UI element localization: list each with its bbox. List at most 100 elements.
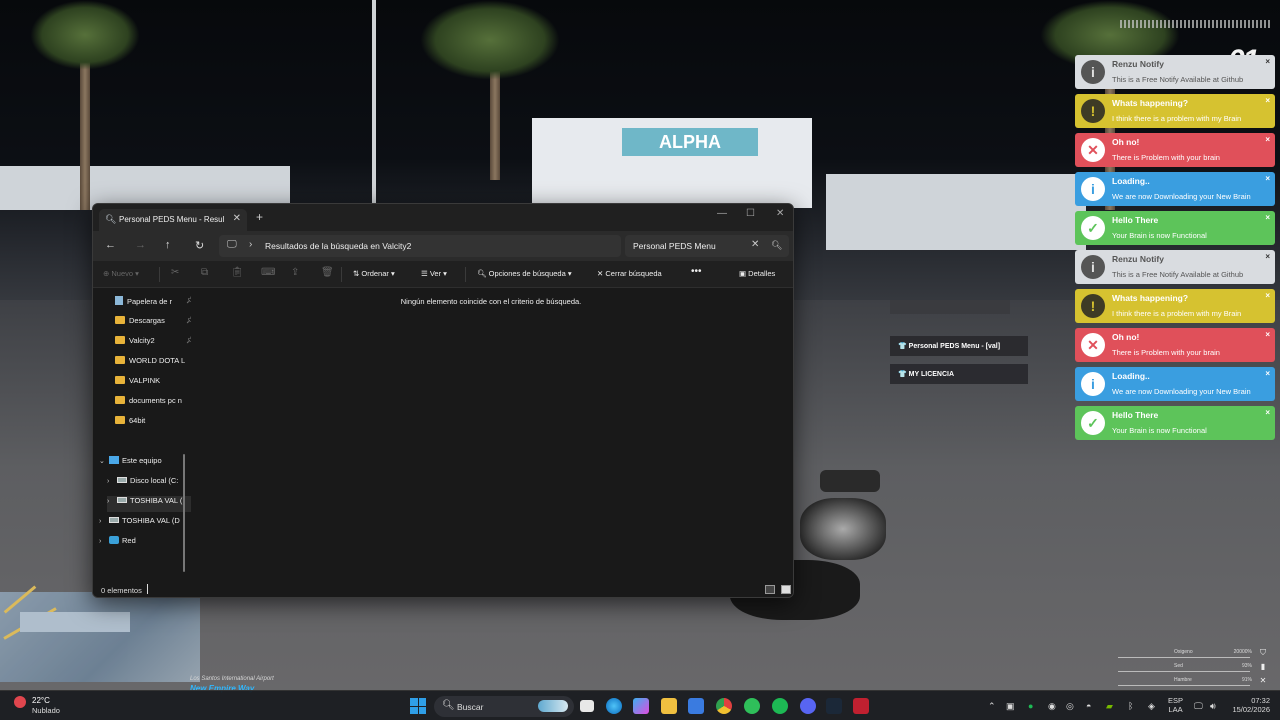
search-icon[interactable]: 🔍︎ [771, 240, 782, 251]
discord-tray-icon[interactable]: ◓ [1086, 701, 1091, 711]
paste-icon[interactable]: 📋︎ [231, 267, 244, 278]
copilot-icon[interactable] [633, 698, 649, 714]
close-search-button[interactable]: ✕ Cerrar búsqueda [597, 269, 662, 278]
tray-app-icon[interactable]: ▣ [1006, 701, 1015, 712]
tab-search-results[interactable]: 🔍︎ Personal PEDS Menu - Resulta ✕ [99, 209, 247, 231]
close-window-button[interactable]: ✕ [776, 208, 784, 219]
close-icon[interactable]: × [1265, 135, 1270, 144]
view-button[interactable]: ☰ Ver ▾ [421, 269, 447, 278]
notification-message: We are now Downloading your New Brain [1112, 192, 1251, 201]
close-icon[interactable]: × [1265, 252, 1270, 261]
cut-icon[interactable]: ✂ [171, 267, 179, 278]
task-view-icon[interactable] [580, 700, 594, 712]
tiles-view-icon[interactable] [781, 585, 791, 594]
address-bar[interactable]: 🖵 › Resultados de la búsqueda en Valcity… [219, 235, 621, 257]
up-button[interactable]: ↑ [165, 239, 171, 251]
spotify-tray-icon[interactable]: ● [1028, 701, 1033, 711]
sidebar-item-world-dota[interactable]: WORLD DOTA L [115, 356, 201, 372]
maximize-button[interactable]: ☐ [746, 208, 755, 219]
item-count: 0 elementos [101, 586, 142, 595]
sidebar-item-toshiba-1[interactable]: › TOSHIBA VAL ( [107, 496, 193, 512]
tray-icon-2[interactable]: ◈ [1148, 701, 1155, 712]
back-button[interactable]: ← [105, 239, 116, 251]
folder-icon [115, 316, 125, 324]
close-icon[interactable]: × [1265, 57, 1270, 66]
close-icon[interactable]: × [1265, 96, 1270, 105]
close-icon[interactable]: × [1265, 291, 1270, 300]
empty-message: Ningún elemento coincide con el criterio… [400, 297, 582, 306]
network-icon[interactable]: 🖵 [1194, 701, 1203, 712]
error-icon: ✕ [1081, 138, 1105, 162]
notification-red: ✕ Oh no! There is Problem with your brain × [1075, 133, 1275, 167]
sidebar-item-toshiba-2[interactable]: › TOSHIBA VAL (D [99, 516, 185, 532]
whatsapp-icon[interactable] [744, 698, 760, 714]
notification-title: Renzu Notify [1112, 254, 1164, 264]
delete-icon[interactable]: 🗑︎ [321, 267, 334, 278]
details-button[interactable]: ▣ Detalles [739, 269, 775, 278]
sidebar-item-valpink[interactable]: VALPINK [115, 376, 201, 392]
windows-start-icon[interactable] [410, 698, 426, 714]
sidebar-item-papelera[interactable]: Papelera de r📌︎ [115, 296, 201, 312]
notification-message: This is a Free Notify Available at Githu… [1112, 75, 1244, 84]
menu-item-peds[interactable]: 👕 Personal PEDS Menu - [val] [890, 336, 1028, 356]
close-icon[interactable]: × [1265, 369, 1270, 378]
language-indicator[interactable]: ESP LAA [1168, 696, 1183, 714]
hud-stripes [1120, 20, 1272, 28]
store-icon[interactable] [688, 698, 704, 714]
copy-icon[interactable]: ⧉ [201, 267, 208, 278]
volume-icon[interactable]: 🔊︎ [1210, 701, 1216, 712]
sidebar-item-valcity2[interactable]: Valcity2📌︎ [115, 336, 201, 352]
results-pane[interactable]: Ningún elemento coincide con el criterio… [191, 288, 793, 578]
close-icon[interactable]: × [1265, 408, 1270, 417]
sidebar-item-documents[interactable]: documents pc n [115, 396, 201, 412]
computer-icon [109, 456, 119, 464]
menu-item-licencia[interactable]: 👕 MY LICENCIA [890, 364, 1028, 384]
sidebar-item-disco-local[interactable]: › Disco local (C: [107, 476, 193, 492]
steam-tray-icon[interactable]: ◎ [1066, 701, 1074, 712]
share-icon[interactable]: ⇪ [291, 267, 299, 278]
details-view-icon[interactable] [765, 585, 775, 594]
more-options-icon[interactable]: ••• [691, 266, 702, 277]
taskbar-search[interactable]: 🔍︎ Buscar [434, 696, 574, 717]
chevron-up-icon[interactable]: ⌃ [988, 701, 996, 712]
clear-search-icon[interactable]: ✕ [751, 239, 759, 250]
sidebar-item-descargas[interactable]: Descargas📌︎ [115, 316, 201, 332]
tray-icon[interactable]: ◉ [1048, 701, 1056, 712]
minimize-button[interactable]: — [717, 208, 727, 219]
file-explorer-icon[interactable] [661, 698, 677, 714]
sidebar-item-64bit[interactable]: 64bit [115, 416, 201, 432]
forward-button[interactable]: → [135, 239, 146, 251]
drive-icon [109, 517, 119, 523]
warning-icon: ! [1081, 294, 1105, 318]
close-icon[interactable]: × [1265, 330, 1270, 339]
search-input[interactable]: Personal PEDS Menu ✕ 🔍︎ [625, 235, 789, 257]
notification-message: There is Problem with your brain [1112, 348, 1220, 357]
rename-icon[interactable]: ⌨ [261, 267, 275, 278]
sidebar-item-red[interactable]: › Red [99, 536, 185, 552]
close-icon[interactable]: × [1265, 213, 1270, 222]
new-tab-button[interactable]: + [256, 210, 263, 224]
sort-button[interactable]: ⇅ Ordenar ▾ [353, 269, 395, 278]
clock[interactable]: 07:32 15/02/2026 [1228, 696, 1270, 714]
close-icon[interactable]: × [1265, 174, 1270, 183]
chevron-right-icon[interactable]: › [249, 239, 252, 250]
refresh-button[interactable]: ↻ [195, 239, 204, 252]
sidebar-item-this-pc[interactable]: ⌄ Este equipo [99, 456, 185, 472]
hunger-stat: Hambre 91% ✕ [1118, 676, 1268, 690]
app-icon[interactable] [853, 698, 869, 714]
nvidia-tray-icon[interactable]: ▰ [1106, 701, 1113, 712]
close-tab-icon[interactable]: ✕ [233, 213, 241, 224]
sidebar-scrollbar[interactable] [183, 454, 185, 572]
notification-gray: i Renzu Notify This is a Free Notify Avail… [1075, 250, 1275, 284]
new-button[interactable]: ⊕ Nuevo ▾ [103, 269, 139, 278]
folder-icon [115, 356, 125, 364]
bluetooth-icon[interactable]: ᛒ [1128, 701, 1133, 711]
chrome-icon[interactable] [716, 698, 732, 714]
search-options-button[interactable]: 🔍︎ Opciones de búsqueda ▾ [477, 269, 572, 278]
drive-icon [117, 477, 127, 483]
steam-icon[interactable] [826, 698, 842, 714]
discord-icon[interactable] [800, 698, 816, 714]
recycle-bin-icon [115, 296, 123, 305]
edge-icon[interactable] [606, 698, 622, 714]
spotify-icon[interactable] [772, 698, 788, 714]
